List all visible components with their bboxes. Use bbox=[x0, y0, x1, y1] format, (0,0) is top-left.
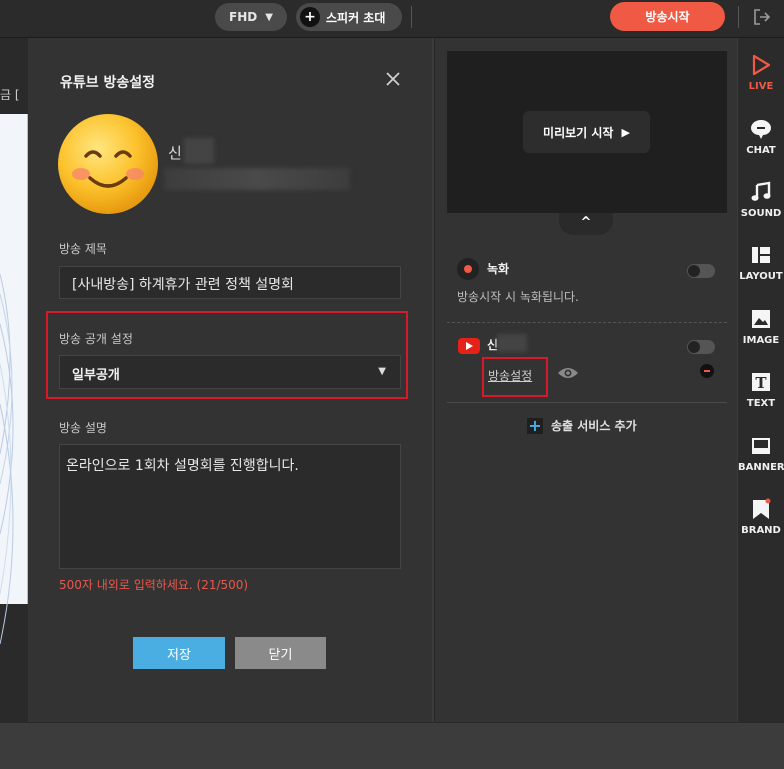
tool-layout[interactable]: LAYOUT bbox=[738, 244, 784, 304]
brand-icon bbox=[753, 498, 771, 519]
preview-area: 미리보기 시작 ▶ bbox=[447, 51, 727, 213]
sound-icon bbox=[751, 181, 771, 201]
plus-icon: + bbox=[527, 415, 543, 435]
play-icon: ▶ bbox=[621, 125, 630, 139]
recording-title: 녹화 bbox=[487, 262, 510, 276]
app-window: FHD ▼ + 스피커 초대 방송시작 금 [ 유튜브 방송설정 신 방송 제목… bbox=[0, 0, 784, 769]
tool-brand[interactable]: BRAND bbox=[738, 498, 784, 558]
start-preview-button[interactable]: 미리보기 시작 ▶ bbox=[523, 111, 650, 153]
broadcast-title-label: 방송 제목 bbox=[59, 242, 107, 256]
tool-live[interactable]: LIVE bbox=[738, 54, 784, 114]
canvas-preview: 금 [ bbox=[0, 38, 28, 722]
tool-banner[interactable]: BANNER bbox=[738, 435, 784, 495]
youtube-icon bbox=[458, 338, 480, 354]
close-icon[interactable] bbox=[384, 70, 402, 88]
character-count-hint: 500자 내외로 입력하세요. (21/500) bbox=[59, 578, 249, 592]
close-button[interactable]: 닫기 bbox=[235, 637, 326, 669]
privacy-value: 일부공개 bbox=[72, 368, 120, 383]
side-toolbar: LIVE CHAT SOUND LAYOUT IMAGE T TEXT BANN… bbox=[738, 38, 784, 722]
chevron-up-icon: ^ bbox=[580, 215, 592, 230]
youtube-toggle[interactable] bbox=[687, 340, 715, 354]
redacted-channel-name bbox=[497, 334, 527, 352]
privacy-setting-label: 방송 공개 설정 bbox=[59, 332, 133, 346]
divider bbox=[447, 322, 727, 323]
tool-label: TEXT bbox=[746, 398, 776, 409]
tool-chat[interactable]: CHAT bbox=[738, 118, 784, 178]
tool-label: IMAGE bbox=[742, 335, 780, 346]
remove-icon[interactable] bbox=[700, 364, 714, 378]
youtube-settings-modal: 유튜브 방송설정 신 방송 제목 [사내방송] 하계휴가 관련 정책 설명회 방… bbox=[28, 38, 432, 722]
svg-text:T: T bbox=[755, 374, 767, 392]
divider bbox=[447, 402, 727, 403]
chevron-down-icon: ▼ bbox=[378, 366, 386, 377]
eye-icon[interactable] bbox=[557, 365, 579, 381]
tool-image[interactable]: IMAGE bbox=[738, 308, 784, 368]
banner-icon bbox=[752, 438, 770, 454]
collapse-preview-button[interactable]: ^ bbox=[559, 213, 613, 235]
plus-icon: + bbox=[300, 7, 320, 27]
divider bbox=[411, 6, 412, 28]
recording-description: 방송시작 시 녹화됩니다. bbox=[457, 290, 579, 304]
live-icon bbox=[752, 54, 771, 76]
save-button[interactable]: 저장 bbox=[133, 637, 225, 669]
avatar bbox=[58, 114, 158, 214]
tool-label: BRAND bbox=[741, 525, 781, 536]
bottom-bar bbox=[0, 722, 784, 769]
start-broadcast-button[interactable]: 방송시작 bbox=[610, 2, 725, 31]
chevron-down-icon: ▼ bbox=[265, 11, 273, 23]
tool-sound[interactable]: SOUND bbox=[738, 181, 784, 241]
tool-label: BANNER bbox=[738, 462, 784, 473]
tool-label: LAYOUT bbox=[739, 271, 783, 282]
description-label: 방송 설명 bbox=[59, 421, 107, 435]
recording-toggle[interactable] bbox=[687, 264, 715, 278]
tool-text[interactable]: T TEXT bbox=[738, 371, 784, 431]
divider bbox=[738, 6, 739, 28]
tool-label: SOUND bbox=[740, 208, 782, 219]
privacy-select[interactable]: 일부공개 ▼ bbox=[59, 355, 401, 389]
broadcast-settings-link[interactable]: 방송설정 bbox=[488, 367, 532, 384]
description-textarea[interactable]: 온라인으로 1회차 설명회를 진행합니다. bbox=[59, 444, 401, 569]
add-service-button[interactable]: + 송출 서비스 추가 bbox=[527, 417, 637, 434]
wave-pattern bbox=[0, 273, 14, 645]
add-service-label: 송출 서비스 추가 bbox=[551, 419, 637, 433]
tool-label: CHAT bbox=[746, 145, 776, 156]
text-icon: T bbox=[752, 373, 770, 392]
invite-speaker-button[interactable]: + 스피커 초대 bbox=[296, 3, 402, 31]
resolution-value: FHD bbox=[229, 10, 258, 24]
top-bar: FHD ▼ + 스피커 초대 방송시작 bbox=[0, 0, 784, 38]
canvas-background bbox=[0, 114, 28, 645]
start-preview-label: 미리보기 시작 bbox=[543, 125, 614, 140]
record-icon bbox=[457, 258, 479, 280]
broadcast-panel: 미리보기 시작 ▶ ^ 녹화 방송시작 시 녹화됩니다. 신 방송설정 + 송출… bbox=[434, 38, 737, 722]
modal-title: 유튜브 방송설정 bbox=[60, 75, 156, 91]
tool-label: LIVE bbox=[748, 81, 774, 92]
user-name: 신 bbox=[168, 144, 182, 162]
redacted-email bbox=[164, 168, 350, 190]
redacted-name bbox=[184, 138, 214, 164]
invite-speaker-label: 스피커 초대 bbox=[326, 10, 386, 25]
resolution-dropdown[interactable]: FHD ▼ bbox=[215, 3, 287, 31]
chat-icon bbox=[751, 120, 771, 139]
canvas-label: 금 [ bbox=[0, 88, 20, 102]
exit-icon[interactable] bbox=[752, 7, 772, 27]
image-icon bbox=[752, 310, 770, 328]
layout-icon bbox=[752, 247, 770, 263]
broadcast-title-input[interactable]: [사내방송] 하계휴가 관련 정책 설명회 bbox=[59, 266, 401, 299]
